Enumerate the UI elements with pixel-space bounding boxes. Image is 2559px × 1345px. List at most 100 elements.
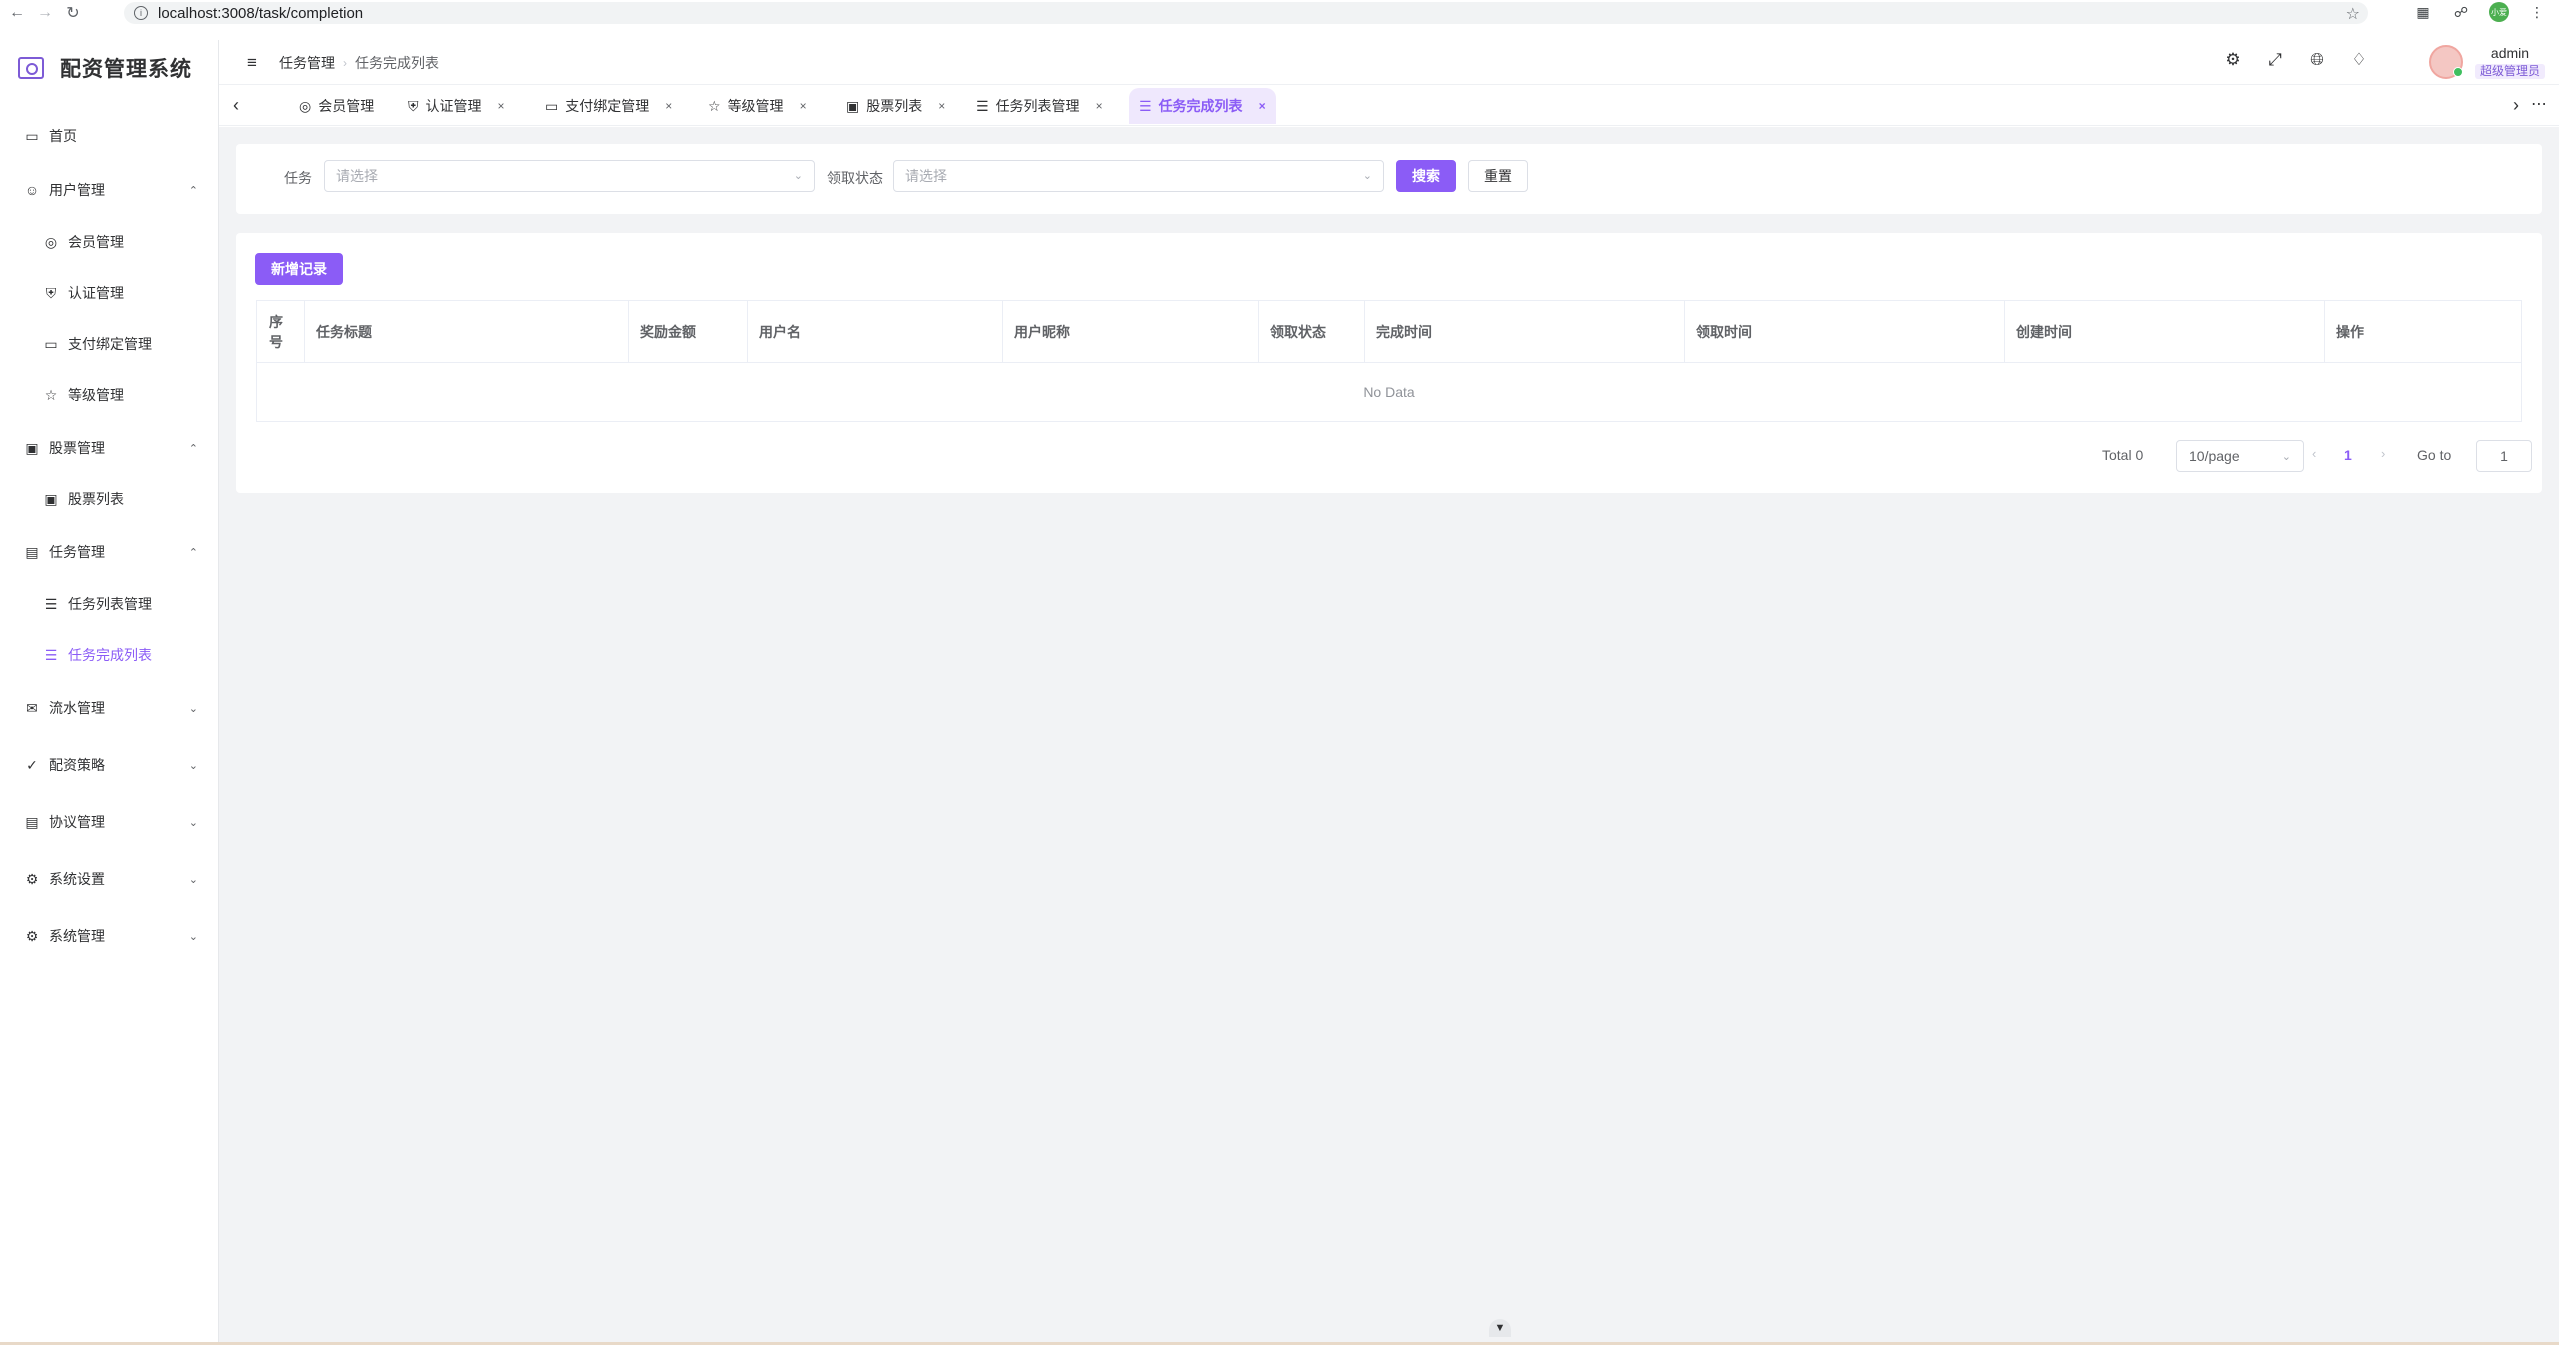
top-header: ≡ 任务管理 › 任务完成列表 ⚙ ⤢ 🌐︎ ♢ admin 超级管理员 [219, 40, 2559, 85]
browser-toolbar: ← → ↻ i localhost:3008/task/completion ☆… [0, 0, 2559, 26]
tab-label: 股票列表 [866, 98, 923, 114]
monitor-icon: ▭ [25, 127, 39, 144]
sidebar-item[interactable]: ▤ 任务管理 ⌃ [0, 532, 218, 572]
sidebar-item[interactable]: ⚙ 系统设置 ⌄ [0, 859, 218, 899]
close-icon[interactable]: × [665, 99, 672, 113]
sidebar-item[interactable]: ◎ 会员管理 [0, 222, 218, 262]
table-column-header: 用户名 [748, 301, 1003, 363]
tab[interactable]: ☰ 任务完成列表 × [1129, 88, 1276, 124]
user-circle-icon: ◎ [299, 97, 312, 114]
sidebar-item-label: 配资策略 [49, 757, 105, 773]
pagination-total: Total 0 [2102, 447, 2144, 463]
page-number-current[interactable]: 1 [2344, 447, 2352, 463]
table-header: 序号 任务标题 奖励金额 用户名 用户昵称 领取状态 完成时间 领取时间 创建时间 操作 [257, 301, 2521, 363]
close-icon[interactable]: × [498, 99, 505, 113]
status-select[interactable]: 请选择 ⌄ [893, 160, 1384, 192]
fullscreen-icon[interactable]: ⤢ [2265, 50, 2285, 70]
app-logo[interactable]: 配资管理系统 [18, 48, 192, 88]
chevron-down-icon: ⌄ [188, 759, 198, 772]
table-column-header: 领取状态 [1259, 301, 1365, 363]
puzzle-icon[interactable]: ☍ [2451, 2, 2471, 22]
page-size-select[interactable]: 10/page ⌄ [2176, 440, 2304, 472]
list-icon: ☰ [976, 97, 989, 114]
table-empty: No Data [257, 363, 2521, 421]
search-button[interactable]: 搜索 [1396, 160, 1456, 192]
sidebar-item-label: 股票列表 [68, 491, 124, 507]
back-icon[interactable]: ← [6, 2, 28, 24]
sidebar-item[interactable]: ▭ 支付绑定管理 [0, 324, 218, 364]
user-info: admin 超级管理员 [2474, 45, 2545, 79]
tab-label: 会员管理 [318, 98, 375, 114]
bookmark-star-icon[interactable]: ☆ [2346, 4, 2360, 24]
table-column-header: 创建时间 [2005, 301, 2325, 363]
tab[interactable]: ◎ 会员管理 [289, 88, 384, 124]
menu-fold-icon[interactable]: ≡ [247, 53, 257, 73]
chevron-down-icon: ⌄ [188, 702, 198, 715]
sidebar: 配资管理系统 ▭ 首页 ☺ 用户管理 ⌃ ◎ 会员管理 ⛨ 认证管理 ▭ 支付绑定管理 ☆ 等级管理 ▣ 股… [0, 40, 219, 1342]
tab[interactable]: ☰ 任务列表管理 × [966, 88, 1113, 124]
sidebar-item[interactable]: ☺ 用户管理 ⌃ [0, 170, 218, 210]
close-icon[interactable]: × [938, 99, 945, 113]
table-column-header: 领取时间 [1685, 301, 2005, 363]
language-globe-icon[interactable]: 🌐︎ [2307, 50, 2327, 70]
reload-icon[interactable]: ↻ [62, 2, 84, 24]
sidebar-item[interactable]: ▭ 首页 [0, 116, 218, 156]
close-icon[interactable]: × [800, 99, 807, 113]
chevron-down-icon: ⌄ [188, 930, 198, 943]
sidebar-item[interactable]: ▣ 股票列表 [0, 479, 218, 519]
tab-label: 任务列表管理 [995, 98, 1080, 114]
tab[interactable]: ▭ 支付绑定管理 × [535, 88, 682, 124]
shield-icon: ⛨ [45, 284, 57, 301]
task-select[interactable]: 请选择 ⌄ [324, 160, 815, 192]
add-record-button[interactable]: 新增记录 [255, 253, 343, 285]
extension-icon[interactable]: ▦ [2413, 2, 2433, 22]
sidebar-item[interactable]: ▤ 协议管理 ⌄ [0, 802, 218, 842]
chevron-up-icon: ⌃ [188, 184, 198, 197]
sidebar-item[interactable]: ✉ 流水管理 ⌄ [0, 688, 218, 728]
tab[interactable]: ⛨ 认证管理 × [398, 88, 515, 124]
reset-button[interactable]: 重置 [1468, 160, 1528, 192]
sidebar-item-label: 流水管理 [49, 700, 105, 716]
profile-avatar[interactable]: 小爱 [2489, 2, 2509, 22]
avatar[interactable] [2428, 45, 2463, 79]
search-form: 任务 请选择 ⌄ 领取状态 请选择 ⌄ 搜索 重置 [236, 144, 2542, 214]
sidebar-item-label: 用户管理 [49, 182, 105, 198]
sidebar-item[interactable]: ⛨ 认证管理 [0, 273, 218, 313]
address-bar[interactable]: i localhost:3008/task/completion ☆ [124, 2, 2368, 24]
sidebar-item[interactable]: ⚙ 系统管理 ⌄ [0, 916, 218, 956]
tabs-scroll-left-icon[interactable]: ‹ [233, 95, 239, 116]
tabs-more-icon[interactable]: ⋯ [2531, 94, 2547, 114]
forward-icon[interactable]: → [34, 2, 56, 24]
sidebar-item-label: 任务完成列表 [68, 647, 152, 663]
settings-gear-icon[interactable]: ⚙ [2223, 50, 2243, 70]
user-dropdown[interactable]: admin 超级管理员 [2428, 43, 2545, 81]
sidebar-item[interactable]: ☆ 等级管理 [0, 375, 218, 415]
sidebar-item-label: 首页 [49, 128, 77, 144]
sidebar-item[interactable]: ✓ 配资策略 ⌄ [0, 745, 218, 785]
tab[interactable]: ☆ 等级管理 × [698, 88, 817, 124]
close-icon[interactable]: × [1096, 99, 1103, 113]
next-page-icon[interactable]: › [2381, 446, 2385, 461]
kebab-menu-icon[interactable]: ⋮ [2527, 2, 2547, 22]
page-size-value: 10/page [2189, 448, 2240, 464]
sidebar-item[interactable]: ▣ 股票管理 ⌃ [0, 428, 218, 468]
tabs-bar: ‹ ◎ 会员管理 ⛨ 认证管理 × ▭ 支付绑定管理 × ☆ 等级管理 × ▣ 股票列表 × ☰ 任务列表管理… [219, 86, 2559, 126]
sidebar-item-label: 支付绑定管理 [68, 336, 152, 352]
tabs-scroll-right-icon[interactable]: › [2513, 95, 2519, 116]
scroll-down-icon[interactable]: ▼ [1489, 1319, 1511, 1337]
strategy-icon: ✓ [26, 756, 38, 773]
sidebar-item[interactable]: ☰ 任务完成列表 [0, 635, 218, 675]
tab[interactable]: ▣ 股票列表 × [836, 88, 955, 124]
site-info-icon[interactable]: i [134, 6, 148, 20]
breadcrumb-item[interactable]: 任务管理 [279, 53, 335, 73]
close-icon[interactable]: × [1259, 99, 1266, 113]
users-icon: ☺ [24, 182, 40, 198]
chevron-down-icon: ⌄ [188, 816, 198, 829]
prev-page-icon[interactable]: ‹ [2312, 446, 2316, 461]
goto-page-input[interactable]: 1 [2476, 440, 2532, 472]
credit-card-icon: ▭ [44, 335, 58, 352]
sidebar-item-label: 系统设置 [49, 871, 105, 887]
sidebar-item[interactable]: ☰ 任务列表管理 [0, 584, 218, 624]
notification-bell-icon[interactable]: ♢ [2349, 50, 2369, 70]
gear-icon: ⚙ [25, 927, 39, 944]
